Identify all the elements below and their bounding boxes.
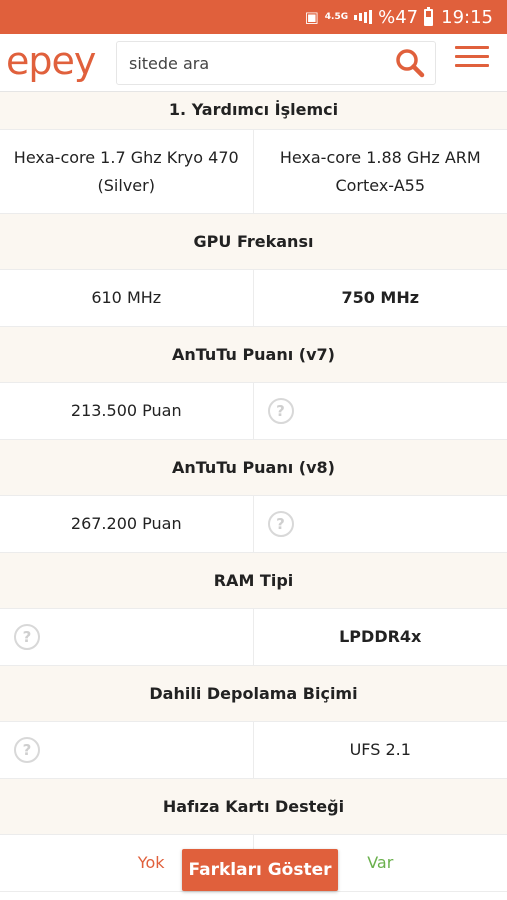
right-value: 750 MHz [341, 288, 420, 307]
search-icon[interactable] [395, 48, 425, 82]
left-value: 267.200 Puan [0, 496, 254, 552]
spec-row: ? UFS 2.1 [0, 722, 507, 779]
right-value: Hexa-core 1.88 GHz ARM Cortex-A55 [279, 147, 481, 195]
spec-compare-table: 1. Yardımcı İşlemci Hexa-core 1.7 Ghz Kr… [0, 92, 507, 892]
spec-title: Hafıza Kartı Desteği [0, 779, 507, 835]
right-value: ? [254, 383, 507, 439]
spec-title: AnTuTu Puanı (v7) [0, 327, 507, 383]
spec-row: 610 MHz 750 MHz [0, 270, 507, 327]
left-value: Hexa-core 1.7 Ghz Kryo 470 (Silver) [0, 130, 254, 213]
right-value: LPDDR4x [339, 627, 422, 646]
spec-title: 1. Yardımcı İşlemci [0, 92, 507, 130]
spec-row: 213.500 Puan ? [0, 383, 507, 440]
spec-row: 267.200 Puan ? [0, 496, 507, 553]
right-value: ? [254, 496, 507, 552]
question-icon[interactable]: ? [14, 737, 40, 763]
spec-title: RAM Tipi [0, 553, 507, 609]
sim-icon: ▣ [304, 8, 319, 26]
spec-row: Hexa-core 1.7 Ghz Kryo 470 (Silver) Hexa… [0, 130, 507, 214]
spec-title: GPU Frekansı [0, 214, 507, 270]
clock: 19:15 [441, 6, 493, 28]
search-box [116, 41, 436, 85]
left-value: 213.500 Puan [0, 383, 254, 439]
left-value: 610 MHz [0, 270, 254, 326]
hamburger-menu-icon[interactable] [455, 46, 489, 70]
battery-percent: %47 [378, 6, 419, 28]
spec-row: ? LPDDR4x [0, 609, 507, 666]
status-bar: ▣ 4.5G %47 19:15 [0, 0, 507, 34]
show-differences-button[interactable]: Farkları Göster [182, 849, 338, 891]
network-type: 4.5G [324, 11, 349, 22]
question-icon[interactable]: ? [267, 398, 294, 424]
battery-icon [424, 6, 434, 26]
left-value: ? [0, 722, 254, 778]
site-logo[interactable]: epey [6, 38, 96, 84]
question-icon[interactable]: ? [267, 511, 294, 537]
left-value: ? [0, 609, 254, 665]
spec-title: Dahili Depolama Biçimi [0, 666, 507, 722]
right-value: UFS 2.1 [349, 740, 411, 759]
site-header: epey [0, 34, 507, 92]
spec-title: AnTuTu Puanı (v8) [0, 440, 507, 496]
signal-icon [354, 9, 373, 25]
question-icon[interactable]: ? [14, 624, 40, 650]
search-input[interactable] [117, 42, 387, 84]
